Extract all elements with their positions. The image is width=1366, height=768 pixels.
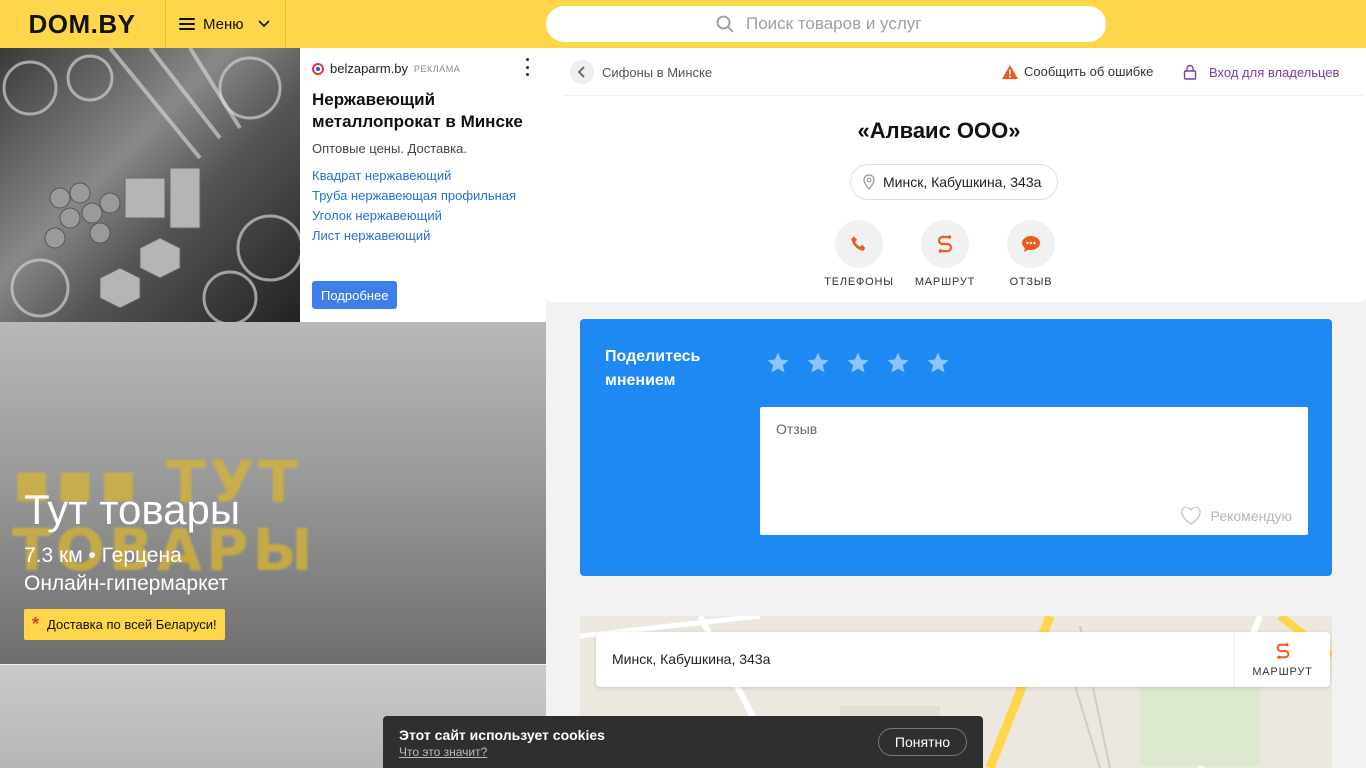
lock-icon [1183, 64, 1197, 80]
location-pin-icon [863, 174, 875, 190]
recommend-toggle[interactable]: Рекомендую [1180, 507, 1292, 525]
review-form: Поделитесь мнением Рекомендую [580, 319, 1332, 576]
owner-login-link[interactable]: Вход для владельцев [1183, 64, 1339, 80]
map-route-button[interactable]: МАРШРУТ [1234, 632, 1330, 687]
ad-image[interactable] [0, 48, 300, 322]
map-address: Минск, Кабушкина, 343а [612, 651, 771, 667]
ad-link[interactable]: Труба нержавеющая профильная [312, 186, 516, 206]
star-icon[interactable] [926, 349, 966, 377]
search-bar[interactable] [546, 6, 1106, 42]
phone-icon [851, 236, 866, 251]
cookie-text: Этот сайт использует cookies [399, 727, 605, 743]
star-icon[interactable] [766, 349, 806, 377]
chevron-down-icon [257, 18, 270, 30]
owner-login-label: Вход для владельцев [1209, 64, 1340, 80]
promo-subtitle: Онлайн-гипермаркет [24, 572, 229, 595]
route-icon [937, 235, 953, 253]
menu-button[interactable]: Меню [165, 0, 286, 48]
warning-icon [1002, 64, 1018, 79]
route-label: МАРШРУТ [914, 276, 976, 288]
header: DOM.BY Меню [0, 0, 1366, 48]
company-card: Сифоны в Минске Сообщить об ошибке Вход … [546, 48, 1366, 302]
star-icon[interactable] [886, 349, 926, 377]
chevron-left-icon [570, 60, 594, 84]
promo-banner[interactable]: ▪▪▪ ТУТ ТОВАРЫ Тут товары 7.3 км • Герце… [0, 322, 546, 664]
ad-favicon-icon [312, 62, 324, 75]
star-icon[interactable] [806, 349, 846, 377]
divider [563, 95, 1363, 96]
route-icon [1276, 642, 1289, 659]
ad-title[interactable]: Нержавеющий металлопрокат в Минске [312, 89, 538, 133]
breadcrumb-label: Сифоны в Минске [602, 64, 713, 80]
report-error-link[interactable]: Сообщить об ошибке [1002, 64, 1153, 79]
ad-links: Квадрат нержавеющий Труба нержавеющая пр… [312, 166, 516, 246]
action-buttons: ТЕЛЕФОНЫ МАРШРУТ ОТЗЫВ [816, 220, 1074, 288]
ad-block[interactable]: belzaparm.by РЕКЛАМА Нержавеющий металло… [0, 48, 546, 322]
search-icon [716, 15, 734, 33]
hamburger-icon [179, 18, 195, 30]
chat-bubble-icon [1022, 236, 1040, 252]
cookie-banner: Этот сайт использует cookies Что это зна… [383, 716, 983, 768]
promo-badge: * Доставка по всей Беларуси! [24, 609, 225, 640]
ad-description: Оптовые цены. Доставка. [312, 141, 467, 156]
report-error-label: Сообщить об ошибке [1024, 64, 1154, 79]
ad-link[interactable]: Лист нержавеющий [312, 226, 516, 246]
review-box: Рекомендую [760, 407, 1308, 535]
site-logo[interactable]: DOM.BY [0, 0, 164, 48]
promo-distance: 7.3 км • Герцена [24, 544, 182, 567]
recommend-label: Рекомендую [1210, 508, 1292, 524]
phones-label: ТЕЛЕФОНЫ [824, 276, 894, 288]
ad-tag: РЕКЛАМА [414, 63, 461, 74]
map-address-bar: Минск, Кабушкина, 343а МАРШРУТ [596, 632, 1330, 687]
ad-link[interactable]: Квадрат нержавеющий [312, 166, 516, 186]
promo-title: Тут товары [24, 486, 241, 533]
ad-source-domain: belzaparm.by [330, 61, 409, 76]
star-rating[interactable] [766, 349, 966, 377]
map-route-label: МАРШРУТ [1252, 665, 1313, 678]
phones-button[interactable]: ТЕЛЕФОНЫ [816, 220, 902, 288]
company-name: «Алваис ООО» [857, 118, 1021, 143]
left-column: belzaparm.by РЕКЛАМА Нержавеющий металло… [0, 48, 546, 768]
ad-link[interactable]: Уголок нержавеющий [312, 206, 516, 226]
review-label: ОТЗЫВ [1009, 276, 1053, 288]
ad-more-button[interactable]: Подробнее [312, 281, 398, 309]
breadcrumb[interactable]: Сифоны в Минске [570, 60, 712, 84]
asterisk-icon: * [32, 614, 40, 634]
ad-source[interactable]: belzaparm.by РЕКЛАМА [312, 61, 460, 76]
address-text: Минск, Кабушкина, 343а [883, 174, 1042, 190]
menu-label: Меню [203, 15, 244, 33]
star-icon[interactable] [846, 349, 886, 377]
review-title: Поделитесь мнением [605, 348, 701, 389]
heart-icon [1180, 507, 1201, 525]
kebab-menu-icon[interactable] [524, 58, 530, 76]
cookie-accept-button[interactable]: Понятно [877, 728, 967, 756]
route-button[interactable]: МАРШРУТ [902, 220, 988, 288]
review-button[interactable]: ОТЗЫВ [988, 220, 1074, 288]
promo-badge-text: Доставка по всей Беларуси! [47, 617, 217, 632]
cookie-info-link[interactable]: Что это значит? [399, 745, 487, 759]
address-pill[interactable]: Минск, Кабушкина, 343а [850, 164, 1059, 200]
search-input[interactable] [746, 14, 936, 34]
